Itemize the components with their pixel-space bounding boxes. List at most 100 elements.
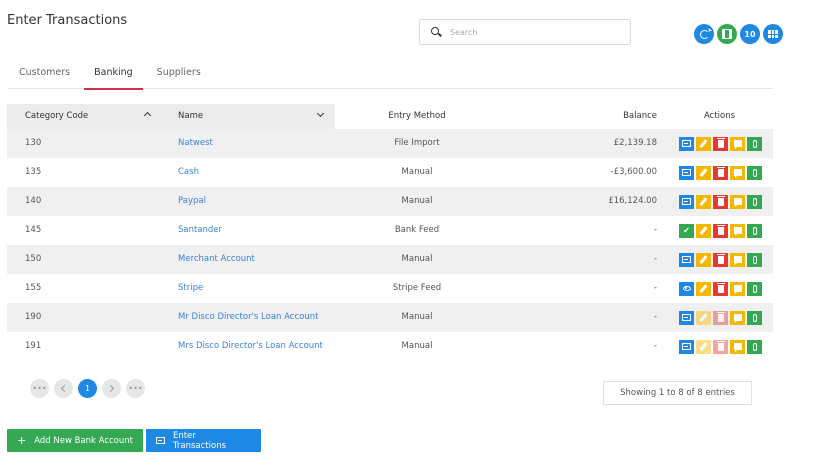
balance: - <box>653 254 657 264</box>
delete-button[interactable] <box>713 281 728 296</box>
primary-action-button[interactable] <box>679 339 694 354</box>
sort-asc-icon[interactable] <box>143 104 152 129</box>
notes-button[interactable] <box>730 194 745 209</box>
edit-button[interactable] <box>696 223 711 238</box>
primary-action-button[interactable]: ✔ <box>679 223 694 238</box>
row-actions <box>679 303 762 332</box>
refresh-button[interactable] <box>694 24 714 44</box>
primary-action-button[interactable] <box>679 165 694 180</box>
next-page-button[interactable] <box>102 379 121 398</box>
notes-button[interactable] <box>730 281 745 296</box>
notes-button[interactable] <box>730 339 745 354</box>
chevron-down-icon[interactable] <box>316 104 325 129</box>
account-name-link[interactable]: Mrs Disco Director's Loan Account <box>178 332 323 361</box>
header-category-code[interactable]: Category Code <box>25 104 88 129</box>
attachments-button[interactable] <box>747 223 762 238</box>
pencil-icon <box>699 197 708 206</box>
balance: - <box>653 341 657 351</box>
tab-customers[interactable]: Customers <box>7 60 82 89</box>
row-actions <box>679 332 762 361</box>
attachments-button[interactable] <box>747 136 762 151</box>
notes-button[interactable] <box>730 223 745 238</box>
pencil-icon <box>699 342 708 351</box>
attachments-button[interactable] <box>747 194 762 209</box>
attachments-button[interactable] <box>747 339 762 354</box>
balance: - <box>653 225 657 235</box>
tab-bar: Customers Banking Suppliers <box>7 60 773 90</box>
category-code: 140 <box>25 196 42 206</box>
note-icon <box>733 227 742 236</box>
first-page-button[interactable]: ••• <box>30 379 49 398</box>
trash-icon <box>716 311 725 322</box>
edit-button[interactable] <box>696 310 711 325</box>
prev-page-button[interactable] <box>54 379 73 398</box>
delete-button[interactable] <box>713 165 728 180</box>
row-actions <box>679 245 762 274</box>
primary-action-button[interactable] <box>679 281 694 296</box>
edit-button[interactable] <box>696 252 711 267</box>
delete-button[interactable] <box>713 136 728 151</box>
trash-icon <box>716 282 725 293</box>
edit-button[interactable] <box>696 194 711 209</box>
row-actions: ✔ <box>679 216 762 245</box>
row-actions <box>679 187 762 216</box>
delete-button[interactable] <box>713 339 728 354</box>
enter-icon <box>682 256 691 263</box>
last-page-button[interactable]: ••• <box>126 379 145 398</box>
account-name-link[interactable]: Cash <box>178 158 199 187</box>
edit-button[interactable] <box>696 165 711 180</box>
refresh-icon <box>699 29 709 39</box>
delete-button[interactable] <box>713 310 728 325</box>
search-input[interactable] <box>450 27 610 37</box>
edit-button[interactable] <box>696 339 711 354</box>
header-name[interactable]: Name <box>178 104 203 129</box>
account-name-link[interactable]: Paypal <box>178 187 206 216</box>
account-name-link[interactable]: Natwest <box>178 129 213 158</box>
category-code: 150 <box>25 254 42 264</box>
edit-button[interactable] <box>696 281 711 296</box>
primary-action-button[interactable] <box>679 194 694 209</box>
notes-button[interactable] <box>730 165 745 180</box>
enter-icon <box>682 198 691 205</box>
row-actions <box>679 274 762 303</box>
columns-button[interactable] <box>763 24 783 44</box>
page-1-button[interactable]: 1 <box>78 379 97 398</box>
trash-icon <box>716 137 725 148</box>
enter-transactions-button[interactable]: Enter Transactions <box>146 429 261 452</box>
attachments-button[interactable] <box>747 252 762 267</box>
page-size-button[interactable]: 10 <box>740 24 760 44</box>
toolbar: 10 <box>694 24 783 44</box>
tab-suppliers[interactable]: Suppliers <box>145 60 213 89</box>
notes-button[interactable] <box>730 310 745 325</box>
delete-button[interactable] <box>713 194 728 209</box>
attachments-button[interactable] <box>747 310 762 325</box>
balance: £2,139.18 <box>613 138 657 148</box>
note-icon <box>733 198 742 207</box>
primary-action-button[interactable] <box>679 252 694 267</box>
row-actions <box>679 129 762 158</box>
delete-button[interactable] <box>713 223 728 238</box>
add-bank-account-button[interactable]: + Add New Bank Account <box>7 429 143 452</box>
export-excel-button[interactable] <box>717 24 737 44</box>
delete-button[interactable] <box>713 252 728 267</box>
plus-icon: + <box>17 434 27 447</box>
paperclip-icon <box>752 197 757 206</box>
primary-action-button[interactable] <box>679 136 694 151</box>
attachments-button[interactable] <box>747 165 762 180</box>
account-name-link[interactable]: Stripe <box>178 274 203 303</box>
primary-action-button[interactable] <box>679 310 694 325</box>
trash-icon <box>716 195 725 206</box>
table-header: Category Code Name Entry Method Balance … <box>7 104 773 129</box>
tab-banking[interactable]: Banking <box>82 60 145 90</box>
entries-info: Showing 1 to 8 of 8 entries <box>603 381 752 405</box>
table-row: 145 Santander Bank Feed - ✔ <box>7 216 773 245</box>
notes-button[interactable] <box>730 252 745 267</box>
notes-button[interactable] <box>730 136 745 151</box>
search-box[interactable] <box>419 19 631 45</box>
account-name-link[interactable]: Santander <box>178 216 222 245</box>
paperclip-icon <box>752 313 757 322</box>
account-name-link[interactable]: Merchant Account <box>178 245 255 274</box>
account-name-link[interactable]: Mr Disco Director's Loan Account <box>178 303 318 332</box>
attachments-button[interactable] <box>747 281 762 296</box>
edit-button[interactable] <box>696 136 711 151</box>
